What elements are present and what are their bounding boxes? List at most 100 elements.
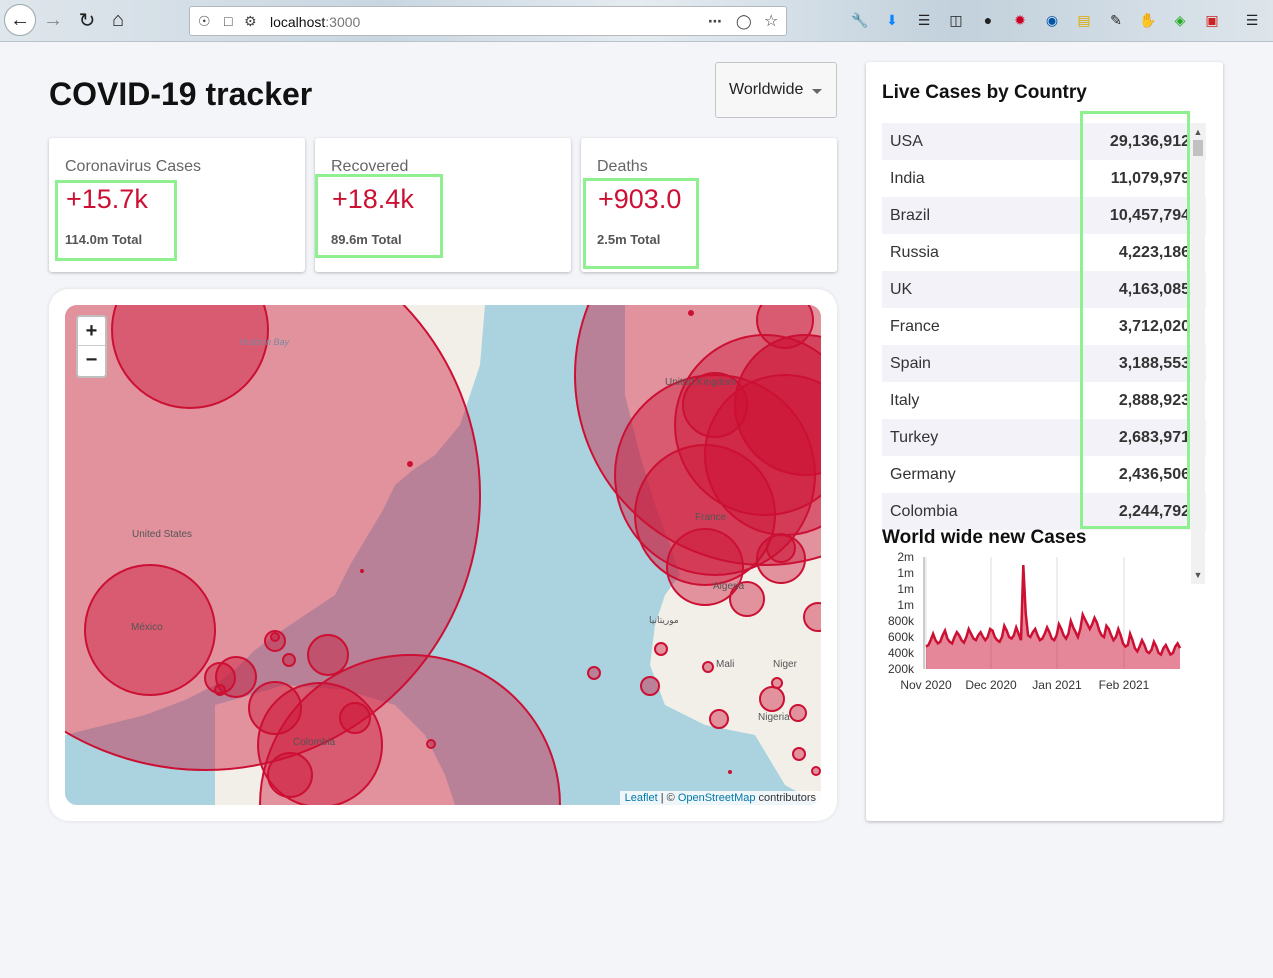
highlight-box [1080,111,1190,529]
circle-cameroon[interactable] [792,747,806,761]
url-text[interactable]: localhost:3000 [270,14,360,30]
highlight-box [583,178,699,269]
country-name: Turkey [890,428,939,446]
circle-suriname[interactable] [426,739,436,749]
map-label-france: France [695,512,727,523]
chart-ytick: 200k [888,662,915,676]
map-card: Hudson Bay United States México Colombia… [49,289,837,821]
country-name: Germany [890,465,956,483]
chart-ytick: 400k [888,646,915,660]
region-select-value: Worldwide [729,81,804,98]
zoom-control: + − [76,315,107,378]
map-label-colombia: Colombia [293,737,336,748]
circle-haiti[interactable] [282,653,296,667]
permissions-icon[interactable]: ⚙ [244,13,257,30]
chart-ytick: 800k [888,614,915,628]
bookmark-star-icon[interactable]: ☆ [764,11,778,31]
dot-bermuda[interactable] [407,461,413,467]
library-icon[interactable]: ☰ [913,9,935,31]
extension-red-icon[interactable]: ▣ [1201,9,1223,31]
extension-wd-icon[interactable]: ● [977,9,999,31]
zoom-in-button[interactable]: + [78,317,105,346]
reload-icon[interactable]: ↻ [72,5,102,35]
leaflet-link[interactable]: Leaflet [625,792,658,804]
new-cases-chart[interactable]: Nov 2020 Dec 2020 Jan 2021 Feb 2021 2m 1m 1m 1m… [882,549,1192,694]
wrench-icon[interactable]: 🔧 [849,9,871,31]
country-name: USA [890,132,923,150]
chart-area [926,565,1180,669]
caret-down-icon [812,89,822,94]
chart-ytick: 1m [897,598,914,612]
chart-xtick: Dec 2020 [965,678,1017,692]
circle-peru[interactable] [267,752,313,798]
circle-mali[interactable] [702,661,714,673]
circle-venezuela[interactable] [339,702,371,734]
dot-sao-tome[interactable] [728,770,732,774]
region-select[interactable]: Worldwide [715,62,837,118]
stat-label: Deaths [597,158,648,175]
stat-card-cases[interactable]: Coronavirus Cases +15.7k 114.0m Total [49,138,305,272]
map-label-hudson: Hudson Bay [240,337,290,347]
url-bar[interactable]: ☉ □ ⚙ localhost:3000 ⋯ ◯ ☆ [189,6,787,36]
circle-guatemala[interactable] [248,681,302,735]
circle-libya[interactable] [766,533,796,563]
extension-globe-icon[interactable]: ◉ [1041,9,1063,31]
sidebar-icon[interactable]: ◫ [945,9,967,31]
country-name: Spain [890,354,931,372]
chart-ytick: 1m [897,566,914,580]
zoom-out-button[interactable]: − [78,346,105,375]
circle-togo[interactable] [789,704,807,722]
scroll-thumb[interactable] [1193,140,1203,156]
stat-card-deaths[interactable]: Deaths +903.0 2.5m Total [581,138,837,272]
circle-mauritania[interactable] [654,642,668,656]
circle-senegal[interactable] [640,676,660,696]
circle-nigeria[interactable] [759,686,785,712]
download-icon[interactable]: ⬇ [881,9,903,31]
stat-label: Coronavirus Cases [65,158,202,175]
circle-gabon[interactable] [811,766,821,776]
map-label-us: United States [132,529,192,540]
circle-bahamas[interactable] [270,632,280,642]
circle-dominican[interactable] [307,634,349,676]
circle-belize[interactable] [214,684,226,696]
scroll-up-icon[interactable]: ▲ [1191,125,1205,139]
table-scrollbar[interactable]: ▲ ▼ [1191,123,1205,584]
dot-faroe[interactable] [688,310,694,316]
circle-cape-verde[interactable] [587,666,601,680]
attribution-text: contributors [755,792,816,804]
map-label-mauritania: موريتانيا [649,616,679,626]
forward-icon[interactable]: → [38,5,68,35]
pocket-icon[interactable]: ◯ [736,13,752,30]
extension-translate-icon[interactable]: ◈ [1169,9,1191,31]
map-label-uk: United Kingdom [665,377,736,388]
extension-note-icon[interactable]: ✎ [1105,9,1127,31]
dot-island[interactable] [360,569,364,573]
circle-ghana[interactable] [709,709,729,729]
chart-ytick: 600k [888,630,915,644]
shield-icon[interactable]: ☉ [198,13,211,30]
page-icon: □ [224,13,233,29]
country-name: Colombia [890,502,958,520]
right-card: Live Cases by Country USA 29,136,912 India… [866,62,1223,821]
highlight-box [55,180,177,261]
page-actions-icon[interactable]: ⋯ [708,13,722,30]
country-name: UK [890,280,913,298]
stat-card-recovered[interactable]: Recovered +18.4k 89.6m Total [315,138,571,272]
extension-virus-icon[interactable]: ✹ [1009,9,1031,31]
scroll-down-icon[interactable]: ▼ [1191,568,1205,582]
attribution-separator: | © [657,792,678,804]
back-icon[interactable]: ← [4,4,36,36]
page-title: COVID-19 tracker [49,76,313,112]
map-label-mexico: México [131,622,163,633]
circle-burkina[interactable] [771,677,783,689]
extension-chart-icon[interactable]: ▤ [1073,9,1095,31]
chart-xtick: Nov 2020 [900,678,952,692]
home-icon[interactable]: ⌂ [103,5,133,35]
extension-hand-icon[interactable]: ✋ [1137,9,1159,31]
map-canvas[interactable]: Hudson Bay United States México Colombia… [65,305,821,805]
chart-ytick: 2m [897,550,914,564]
map[interactable]: Hudson Bay United States México Colombia… [65,305,821,805]
menu-icon[interactable]: ☰ [1241,9,1263,31]
country-name: Brazil [890,206,931,224]
osm-link[interactable]: OpenStreetMap [678,792,756,804]
